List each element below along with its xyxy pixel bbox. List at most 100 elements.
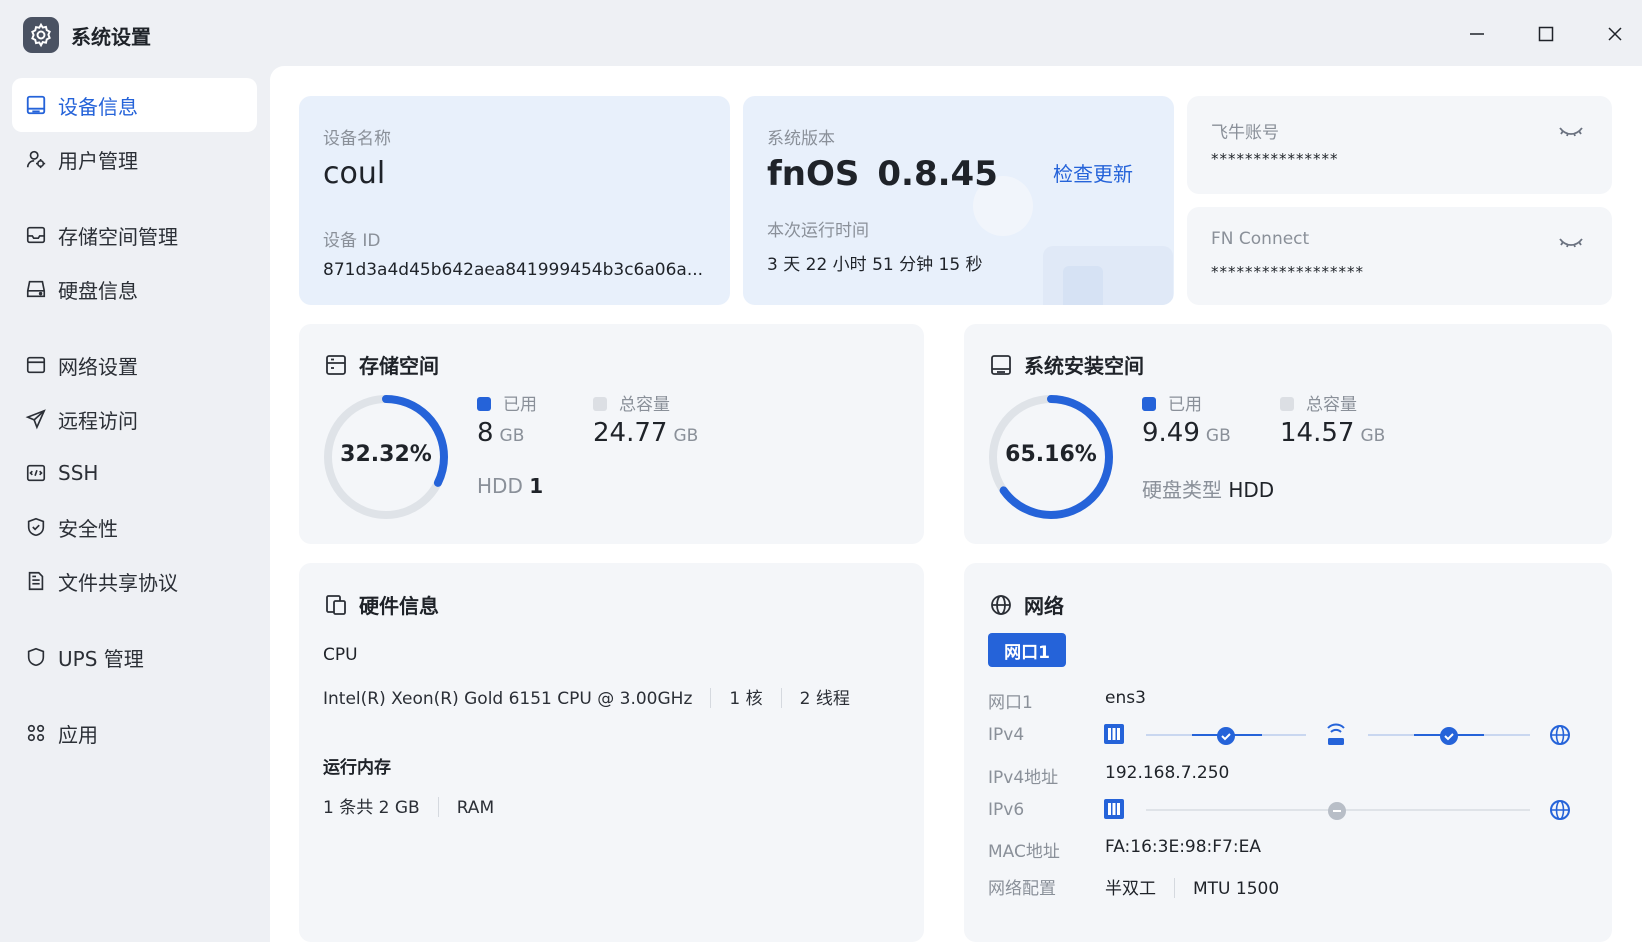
memory-type: RAM: [456, 798, 495, 818]
internet-globe-icon: [1550, 725, 1570, 745]
eye-closed-icon[interactable]: [1557, 232, 1585, 252]
internet-globe-icon: [1550, 800, 1570, 820]
account-value: ***************: [1211, 150, 1339, 168]
memory-label: 运行内存: [323, 758, 391, 778]
eye-closed-icon[interactable]: [1557, 121, 1585, 141]
system-version-label: 系统版本: [767, 129, 835, 149]
sidebar-item-label: UPS 管理: [58, 646, 144, 671]
minimize-button[interactable]: [1459, 16, 1495, 52]
system-version-card: 系统版本 fnOS 0.8.45 检查更新 本次运行时间 3 天 22 小时 51…: [743, 96, 1174, 305]
maximize-button[interactable]: [1528, 16, 1564, 52]
ipv6-label: IPv6: [988, 800, 1025, 820]
storage-icon: [323, 352, 349, 378]
sidebar-item-remote-access[interactable]: 远程访问: [12, 392, 257, 446]
system-space-total: 14.57 GB: [1280, 418, 1385, 448]
sidebar-item-ssh[interactable]: SSH: [12, 446, 257, 500]
system-space-total-label: 总容量: [1306, 395, 1357, 415]
file-share-icon: [24, 569, 48, 593]
storage-used-unit: GB: [499, 426, 525, 446]
device-name-label: 设备名称: [323, 129, 391, 149]
check-update-link[interactable]: 检查更新: [1053, 158, 1133, 187]
ipv4-address: 192.168.7.250: [1105, 763, 1230, 783]
ethernet-port-icon: [1104, 799, 1124, 819]
storage-used: 8 GB: [477, 418, 524, 448]
system-space-total-value: 14.57: [1280, 418, 1355, 448]
storage-total-label: 总容量: [619, 395, 670, 415]
sidebar-item-disk-info[interactable]: 硬盘信息: [12, 262, 257, 316]
system-space-used-label: 已用: [1168, 395, 1202, 415]
system-space-disk-info: 硬盘类型 HDD: [1142, 474, 1274, 503]
separator: [710, 688, 712, 708]
system-space-used: 9.49 GB: [1142, 418, 1231, 448]
uptime-value: 3 天 22 小时 51 分钟 15 秒: [767, 255, 983, 275]
close-button[interactable]: [1597, 16, 1633, 52]
router-icon: [1327, 723, 1345, 745]
ipv4-address-label: IPv4地址: [988, 768, 1059, 788]
sidebar-item-user-management[interactable]: 用户管理: [12, 132, 257, 186]
sidebar-item-apps[interactable]: 应用: [12, 706, 257, 760]
hardware-card: 硬件信息 CPU Intel(R) Xeon(R) Gold 6151 CPU …: [299, 563, 924, 942]
check-circle-icon: [1440, 727, 1458, 745]
main-panel: 设备名称 coul 设备 ID 871d3a4d45b642aea8419994…: [270, 66, 1642, 942]
tab-port-1[interactable]: 网口1: [988, 633, 1066, 667]
storage-title-text: 存储空间: [359, 354, 439, 378]
mtu-value: MTU 1500: [1193, 879, 1280, 899]
maximize-icon: [1538, 26, 1554, 42]
mac-address: FA:16:3E:98:F7:EA: [1105, 837, 1261, 857]
separator: [437, 797, 439, 817]
system-space-title: 系统安装空间: [988, 350, 1144, 379]
close-icon: [1608, 27, 1622, 41]
network-settings-icon: [24, 353, 48, 377]
port-label: 网口1: [988, 693, 1033, 713]
hardware-title-text: 硬件信息: [359, 594, 439, 618]
system-space-card: 系统安装空间 65.16% 已用 9.49 GB 总容量 14.57 GB 硬盘类型…: [964, 324, 1612, 544]
storage-disk-info: HDD 1: [477, 474, 543, 498]
separator: [780, 688, 782, 708]
sidebar-item-ups[interactable]: UPS 管理: [12, 630, 257, 684]
sidebar-item-label: 远程访问: [58, 408, 138, 433]
storage-total-legend: 总容量: [593, 390, 670, 415]
mac-label: MAC地址: [988, 842, 1060, 862]
app-title: 系统设置: [71, 25, 151, 49]
version-number: 0.8.45: [877, 154, 998, 194]
cpu-model: Intel(R) Xeon(R) Gold 6151 CPU @ 3.00GHz: [323, 689, 693, 709]
disk-icon: [988, 352, 1014, 378]
sidebar-item-file-sharing[interactable]: 文件共享协议: [12, 554, 257, 608]
sidebar-item-label: 硬盘信息: [58, 278, 138, 303]
sidebar-item-storage[interactable]: 存储空间管理: [12, 208, 257, 262]
memory-info: 1 条共 2 GB RAM: [323, 793, 494, 818]
storage-used-value: 8: [477, 418, 494, 448]
ethernet-port-icon: [1104, 724, 1124, 744]
memory-size: 1 条共 2 GB: [323, 798, 420, 818]
ipv4-label: IPv4: [988, 725, 1025, 745]
sidebar-item-label: SSH: [58, 461, 99, 485]
storage-disk-count: 1: [529, 474, 544, 498]
network-config: 半双工 MTU 1500: [1105, 874, 1279, 899]
used-legend-swatch: [1142, 397, 1156, 411]
system-space-used-legend: 已用: [1142, 390, 1202, 415]
total-legend-swatch: [1280, 397, 1294, 411]
cpu-info: Intel(R) Xeon(R) Gold 6151 CPU @ 3.00GHz…: [323, 684, 850, 709]
system-space-used-value: 9.49: [1142, 418, 1200, 448]
sidebar-item-label: 设备信息: [58, 94, 138, 119]
storage-icon: [24, 223, 48, 247]
storage-card: 存储空间 32.32% 已用 8 GB 总容量 24.77 GB HDD 1: [299, 324, 924, 544]
sidebar: 设备信息 用户管理 存储空间管理 硬盘信息 网络设置 远程访问 SSH 安全性 …: [0, 66, 270, 942]
storage-total-unit: GB: [673, 426, 699, 446]
sidebar-item-device-info[interactable]: 设备信息: [12, 78, 257, 132]
ipv4-connection-diagram: [1104, 723, 1570, 745]
sidebar-item-label: 文件共享协议: [58, 570, 178, 595]
sidebar-item-label: 安全性: [58, 516, 118, 541]
storage-title: 存储空间: [323, 350, 439, 379]
uptime-label: 本次运行时间: [767, 221, 869, 241]
system-space-disk-type: HDD: [1228, 478, 1275, 502]
sidebar-item-network-settings[interactable]: 网络设置: [12, 338, 257, 392]
device-name: coul: [323, 156, 386, 191]
sidebar-item-security[interactable]: 安全性: [12, 500, 257, 554]
os-version: fnOS 0.8.45: [767, 154, 998, 194]
minimize-icon: [1470, 33, 1484, 35]
separator: [1174, 878, 1175, 898]
device-card: 设备名称 coul 设备 ID 871d3a4d45b642aea8419994…: [299, 96, 730, 305]
storage-used-label: 已用: [503, 395, 537, 415]
sidebar-item-label: 网络设置: [58, 354, 138, 379]
